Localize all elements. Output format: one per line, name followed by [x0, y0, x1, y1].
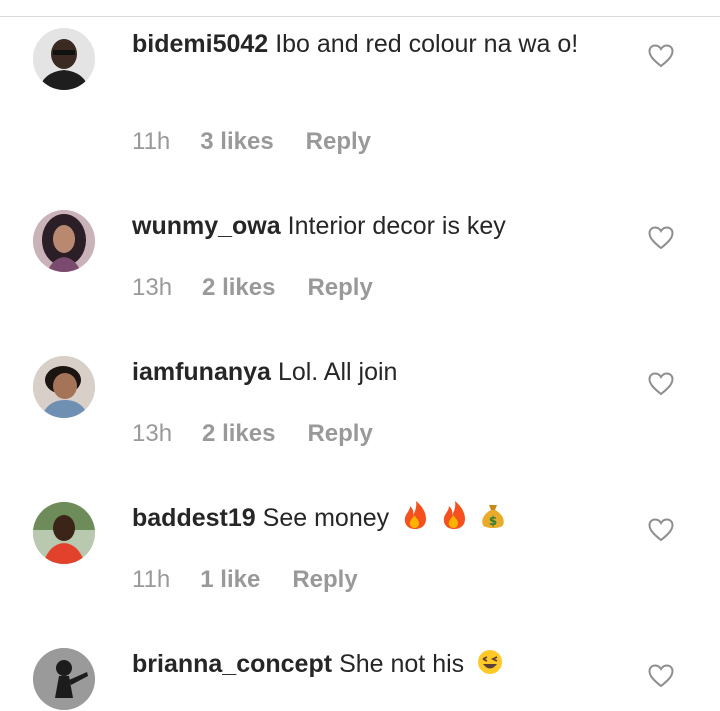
avatar[interactable]	[33, 502, 95, 564]
fire-emoji-icon	[402, 500, 428, 530]
comment-meta: 13h 2 likes Reply	[132, 419, 373, 449]
comment-time: 11h	[132, 566, 171, 593]
comment-time: 13h	[132, 420, 173, 447]
top-divider	[0, 16, 720, 17]
comment-time: 13h	[132, 274, 173, 301]
winking-laugh-emoji-icon	[477, 646, 503, 676]
comment-body: brianna_concept She not his	[132, 646, 612, 682]
comment-text: She not his	[339, 650, 465, 678]
comment-text: Interior decor is key	[287, 212, 506, 240]
avatar[interactable]	[33, 28, 95, 90]
comment-meta: 13h 2 likes Reply	[132, 273, 373, 303]
comment-username[interactable]: brianna_concept	[132, 650, 332, 678]
heart-outline-icon[interactable]	[648, 664, 674, 688]
reply-button[interactable]: Reply	[307, 273, 372, 303]
comment-body: bidemi5042 Ibo and red colour na wa o!	[132, 26, 612, 62]
reply-button[interactable]: Reply	[306, 127, 371, 157]
svg-text:$: $	[489, 514, 497, 528]
comment-text: Lol. All join	[277, 358, 398, 386]
comment-text: Ibo and red colour na wa o!	[275, 30, 579, 58]
comment-meta: 11h 1 like Reply	[132, 565, 358, 595]
comment-likes[interactable]: 2 likes	[202, 419, 275, 449]
comment-time: 11h	[132, 128, 171, 155]
comment-body: iamfunanya Lol. All join	[132, 354, 612, 390]
comment-username[interactable]: wunmy_owa	[132, 212, 281, 240]
heart-outline-icon[interactable]	[648, 518, 674, 542]
fire-emoji-icon	[441, 500, 467, 530]
money-bag-emoji-icon: $	[480, 500, 506, 530]
avatar[interactable]	[33, 210, 95, 272]
comment-body: baddest19 See money $	[132, 500, 612, 536]
comment-username[interactable]: baddest19	[132, 504, 256, 532]
reply-button[interactable]: Reply	[307, 419, 372, 449]
avatar[interactable]	[33, 356, 95, 418]
comment-likes[interactable]: 2 likes	[202, 273, 275, 303]
comment-likes[interactable]: 1 like	[200, 565, 260, 595]
comment-username[interactable]: iamfunanya	[132, 358, 271, 386]
avatar[interactable]	[33, 648, 95, 710]
comment-meta: 11h 3 likes Reply	[132, 127, 371, 157]
heart-outline-icon[interactable]	[648, 226, 674, 250]
comment-text: See money	[262, 504, 390, 532]
comment-likes[interactable]: 3 likes	[200, 127, 273, 157]
heart-outline-icon[interactable]	[648, 44, 674, 68]
heart-outline-icon[interactable]	[648, 372, 674, 396]
comment-body: wunmy_owa Interior decor is key	[132, 208, 612, 244]
reply-button[interactable]: Reply	[292, 565, 357, 595]
comment-username[interactable]: bidemi5042	[132, 30, 268, 58]
